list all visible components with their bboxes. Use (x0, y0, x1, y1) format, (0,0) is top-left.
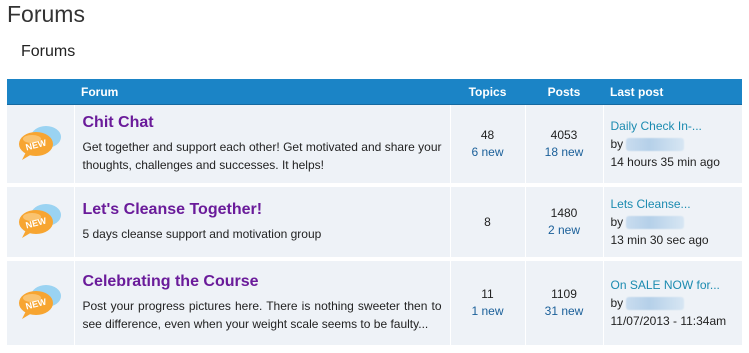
posts-count: 1109 (551, 287, 577, 301)
new-topic-bubble-icon: NEW (16, 123, 64, 166)
header-topics: Topics (450, 79, 525, 105)
posts-count: 4053 (550, 128, 578, 142)
topics-new-link[interactable]: 1 new (451, 303, 525, 320)
last-post-by-label: by (610, 137, 624, 151)
forum-cell: Let's Cleanse Together! 5 days cleanse s… (74, 185, 451, 261)
forum-description: Get together and support each other! Get… (82, 140, 442, 172)
forum-description: Post your progress pictures here. There … (82, 299, 442, 331)
table-header-row: Forum Topics Posts Last post (7, 79, 742, 105)
last-post-by-label: by (610, 215, 624, 229)
redacted-author (626, 216, 685, 230)
redacted-author (626, 138, 685, 152)
forum-cell: Celebrating the Course Post your progres… (74, 259, 451, 345)
new-topic-bubble-icon: NEW (16, 282, 64, 325)
topics-cell: 48 6 new (450, 104, 526, 187)
posts-new-link[interactable]: 31 new (526, 303, 603, 320)
forum-link-chit-chat[interactable]: Chit Chat (83, 114, 154, 132)
forums-table: Forum Topics Posts Last post NEW Chit Ch… (7, 79, 742, 345)
last-post-by-label: by (610, 296, 624, 310)
section-title: Forums (21, 43, 76, 60)
forum-icon-cell: NEW (7, 259, 75, 345)
last-post-time: 14 hours 35 min ago (610, 155, 720, 169)
header-forum: Forum (74, 79, 450, 105)
last-post-author: by (611, 213, 743, 231)
last-post-time: 13 min 30 sec ago (610, 233, 709, 247)
forum-description: 5 days cleanse support and motivation gr… (82, 227, 322, 241)
forum-icon-cell: NEW (7, 104, 75, 187)
topics-cell: 8 (450, 185, 526, 261)
last-post-link[interactable]: Daily Check In-... (611, 117, 743, 135)
redacted-author (626, 297, 685, 311)
header-last-post: Last post (603, 79, 742, 105)
last-post-author: by (611, 135, 743, 153)
topics-count: 8 (484, 214, 491, 229)
page-title: Forums (7, 1, 85, 27)
last-post-author: by (611, 294, 743, 312)
header-posts: Posts (525, 79, 603, 105)
posts-cell: 1480 2 new (525, 185, 604, 261)
last-post-link[interactable]: On SALE NOW for... (611, 276, 743, 294)
topics-new-link[interactable]: 6 new (451, 144, 525, 161)
topics-count: 11 (481, 287, 494, 301)
table-row: NEW Let's Cleanse Together! 5 days clean… (7, 185, 743, 261)
last-post-cell: Lets Cleanse... by 13 min 30 sec ago (603, 185, 743, 261)
posts-new-link[interactable]: 2 new (526, 222, 603, 239)
posts-new-link[interactable]: 18 new (526, 144, 603, 161)
posts-cell: 4053 18 new (525, 104, 604, 187)
new-topic-bubble-icon: NEW (16, 201, 64, 244)
table-row: NEW Chit Chat Get together and support e… (7, 104, 743, 187)
posts-cell: 1109 31 new (525, 259, 604, 345)
forum-cell: Chit Chat Get together and support each … (74, 104, 451, 187)
topics-cell: 11 1 new (450, 259, 526, 345)
last-post-time: 11/07/2013 - 11:34am (610, 314, 727, 328)
forum-icon-cell: NEW (7, 185, 75, 261)
forum-link-lets-cleanse-together[interactable]: Let's Cleanse Together! (83, 201, 263, 219)
last-post-cell: Daily Check In-... by 14 hours 35 min ag… (603, 104, 743, 187)
forum-link-celebrating-the-course[interactable]: Celebrating the Course (83, 273, 259, 291)
posts-count: 1480 (550, 206, 578, 220)
last-post-link[interactable]: Lets Cleanse... (611, 195, 743, 213)
topics-count: 48 (480, 128, 495, 142)
header-icon-cell (7, 79, 74, 105)
last-post-cell: On SALE NOW for... by 11/07/2013 - 11:34… (603, 259, 742, 345)
table-row: NEW Celebrating the Course Post your pro… (7, 259, 742, 345)
